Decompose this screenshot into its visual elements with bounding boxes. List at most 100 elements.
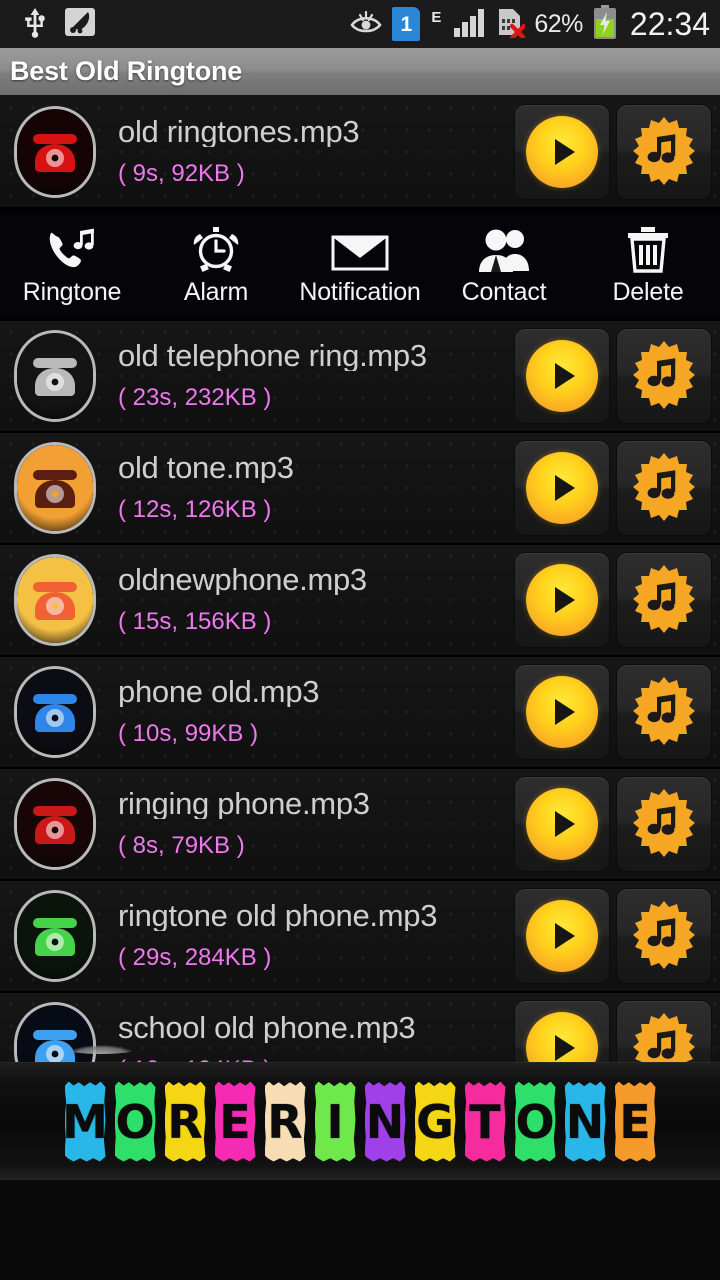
red-rotary-phone-icon xyxy=(14,106,96,198)
set-ringtone-button[interactable] xyxy=(616,104,712,200)
ringtone-filename: oldnewphone.mp3 xyxy=(118,564,367,595)
play-icon xyxy=(526,564,598,636)
blue-rotary-phone-icon xyxy=(14,666,96,758)
ringtone-meta: ( 15s, 156KB ) xyxy=(118,608,272,635)
ringtone-list[interactable]: old ringtones.mp3 ( 9s, 92KB ) Ringtone … xyxy=(0,97,720,1180)
ringtone-filename: ringing phone.mp3 xyxy=(118,788,370,819)
ringtone-meta: ( 12s, 126KB ) xyxy=(118,496,272,523)
ringtone-filename: ringtone old phone.mp3 xyxy=(118,900,438,931)
clock-label: 22:34 xyxy=(629,5,710,42)
action-label: Contact xyxy=(461,278,547,306)
ringtone-row-2[interactable]: old tone.mp3 ( 12s, 126KB ) xyxy=(0,433,720,545)
action-label: Notification xyxy=(299,278,421,306)
ringtone-filename: old ringtones.mp3 xyxy=(118,116,360,147)
ringtone-row-6[interactable]: ringtone old phone.mp3 ( 29s, 284KB ) xyxy=(0,881,720,993)
action-label: Delete xyxy=(612,278,684,306)
ringtone-info: oldnewphone.mp3 ( 15s, 156KB ) xyxy=(96,564,514,636)
battery-charging-icon xyxy=(592,4,618,44)
ringtone-filename: phone old.mp3 xyxy=(118,676,320,707)
set-ringtone-button[interactable] xyxy=(616,328,712,424)
gear-music-note-icon xyxy=(627,337,701,416)
ringtone-row-3[interactable]: oldnewphone.mp3 ( 15s, 156KB ) xyxy=(0,545,720,657)
signal-bars-icon xyxy=(452,6,486,43)
gear-music-note-icon xyxy=(627,113,701,192)
edge-network-icon: E xyxy=(431,8,442,26)
gear-music-note-icon xyxy=(627,449,701,528)
gear-music-note-icon xyxy=(627,673,701,752)
green-desk-phone-icon xyxy=(14,890,96,982)
battery-percent-label: 62% xyxy=(534,9,583,38)
ad-letter-0: M xyxy=(64,1081,106,1162)
play-icon xyxy=(526,116,598,188)
play-button[interactable] xyxy=(514,552,610,648)
gray-antique-phone-icon xyxy=(14,330,96,422)
play-icon xyxy=(526,676,598,748)
ad-letter-8: T xyxy=(464,1081,506,1162)
page-title: Best Old Ringtone xyxy=(10,56,243,86)
ringtone-row-0[interactable]: old ringtones.mp3 ( 9s, 92KB ) xyxy=(0,97,720,209)
ad-letter-7: G xyxy=(414,1081,456,1162)
play-icon xyxy=(526,340,598,412)
action-ringtone[interactable]: Ringtone xyxy=(0,211,144,319)
status-bar-left-icons xyxy=(22,6,96,43)
satellite-dish-icon xyxy=(64,6,96,43)
gear-music-note-icon xyxy=(627,561,701,640)
trash-can-icon xyxy=(626,223,670,273)
set-ringtone-button[interactable] xyxy=(616,776,712,872)
ringtone-filename: school old phone.mp3 xyxy=(118,1012,416,1043)
status-bar: 1 E 62% 22:34 xyxy=(0,0,720,48)
action-contact[interactable]: Contact xyxy=(432,211,576,319)
action-delete[interactable]: Delete xyxy=(576,211,720,319)
ringtone-row-1[interactable]: old telephone ring.mp3 ( 23s, 232KB ) xyxy=(0,321,720,433)
ringtone-info: old telephone ring.mp3 ( 23s, 232KB ) xyxy=(96,340,514,412)
action-label: Ringtone xyxy=(22,278,122,306)
ringtone-meta: ( 8s, 79KB ) xyxy=(118,832,245,859)
phone-music-note-icon xyxy=(45,223,99,273)
next-row-thumbnail-peek xyxy=(66,1045,136,1054)
play-button[interactable] xyxy=(514,104,610,200)
set-ringtone-button[interactable] xyxy=(616,888,712,984)
ad-letter-4: R xyxy=(264,1081,306,1162)
smart-stay-eye-icon xyxy=(349,7,383,42)
ringtone-filename: old telephone ring.mp3 xyxy=(118,340,427,371)
play-icon xyxy=(526,788,598,860)
play-button[interactable] xyxy=(514,776,610,872)
set-ringtone-button[interactable] xyxy=(616,552,712,648)
row-action-bar: Ringtone Alarm Notification Contact Dele… xyxy=(0,209,720,321)
ringtone-info: ringing phone.mp3 ( 8s, 79KB ) xyxy=(96,788,514,860)
play-button[interactable] xyxy=(514,440,610,536)
ringtone-row-4[interactable]: phone old.mp3 ( 10s, 99KB ) xyxy=(0,657,720,769)
ad-letter-2: R xyxy=(164,1081,206,1162)
ad-letter-9: O xyxy=(514,1081,556,1162)
set-ringtone-button[interactable] xyxy=(616,664,712,760)
no-sd-card-icon xyxy=(495,6,527,43)
action-label: Alarm xyxy=(183,278,249,306)
play-button[interactable] xyxy=(514,328,610,424)
ad-letter-6: N xyxy=(364,1081,406,1162)
play-button[interactable] xyxy=(514,888,610,984)
ad-letter-10: N xyxy=(564,1081,606,1162)
ad-letter-1: O xyxy=(114,1081,156,1162)
ad-letter-3: E xyxy=(214,1081,256,1162)
ringtone-meta: ( 29s, 284KB ) xyxy=(118,944,272,971)
ringtone-meta: ( 10s, 99KB ) xyxy=(118,720,259,747)
envelope-icon xyxy=(331,223,389,273)
action-alarm[interactable]: Alarm xyxy=(144,211,288,319)
ringtone-row-5[interactable]: ringing phone.mp3 ( 8s, 79KB ) xyxy=(0,769,720,881)
sim1-badge: 1 xyxy=(392,7,421,41)
ringtone-info: old tone.mp3 ( 12s, 126KB ) xyxy=(96,452,514,524)
ad-letter-11: E xyxy=(614,1081,656,1162)
ringtone-info: old ringtones.mp3 ( 9s, 92KB ) xyxy=(96,116,514,188)
more-ringtone-ad-banner[interactable]: MORERINGTONE xyxy=(0,1062,720,1180)
gear-music-note-icon xyxy=(627,897,701,976)
play-icon xyxy=(526,452,598,524)
ad-letter-5: I xyxy=(314,1081,356,1162)
action-notification[interactable]: Notification xyxy=(288,211,432,319)
ringtone-meta: ( 9s, 92KB ) xyxy=(118,160,245,187)
ringtone-info: ringtone old phone.mp3 ( 29s, 284KB ) xyxy=(96,900,514,972)
set-ringtone-button[interactable] xyxy=(616,440,712,536)
ringtone-filename: old tone.mp3 xyxy=(118,452,294,483)
red-ringing-phone-icon xyxy=(14,778,96,870)
play-button[interactable] xyxy=(514,664,610,760)
app-title-bar: Best Old Ringtone xyxy=(0,48,720,97)
